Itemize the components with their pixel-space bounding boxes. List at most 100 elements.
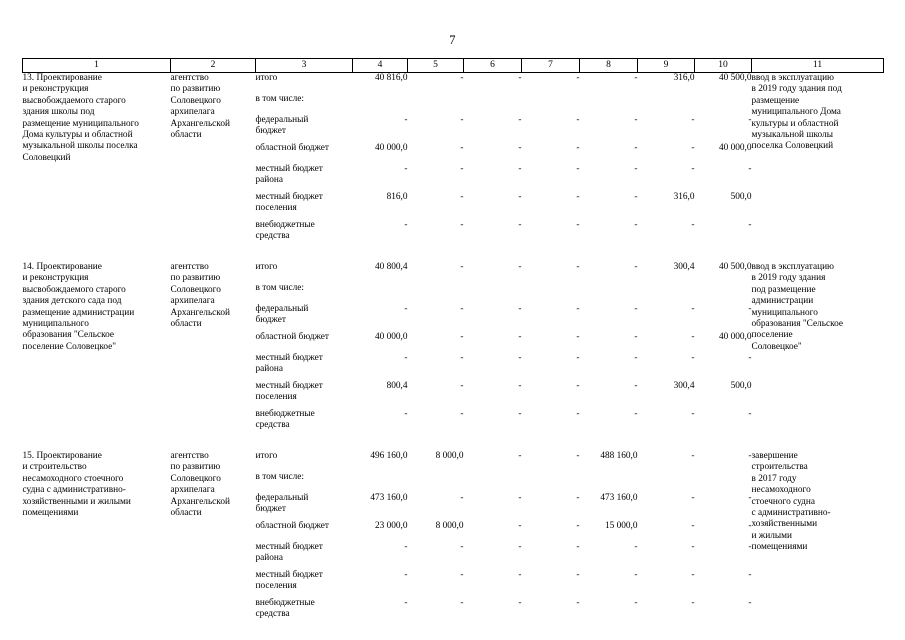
value-slot-filler xyxy=(695,392,752,403)
row-spacer-cell xyxy=(23,248,884,262)
value-slot-filler xyxy=(580,504,638,515)
value-text: - xyxy=(691,570,695,580)
value-slot-filler xyxy=(522,315,580,326)
measure-line: 13. Проектирование xyxy=(22,73,102,83)
value-slot: - xyxy=(638,570,695,598)
value-text: - xyxy=(460,164,464,174)
value-slot: 40 816,0 xyxy=(353,73,408,94)
value-slot: - xyxy=(638,598,694,626)
value-text: - xyxy=(576,304,580,314)
column-header-11: 11 xyxy=(751,58,884,73)
funding-source-label: местный бюджет xyxy=(255,570,323,580)
expected-result-line: несамоходного xyxy=(751,485,811,496)
executor-line: области xyxy=(170,319,202,330)
funding-source-item: местный бюджет района xyxy=(256,542,353,570)
value-slot: - xyxy=(638,451,694,472)
value-text: 40 000,0 xyxy=(374,332,408,342)
value-slot: 8 000,0 xyxy=(408,451,464,472)
executor-line: Архангельской xyxy=(170,496,230,507)
funding-source-item: федеральный бюджет xyxy=(256,493,353,521)
value-slot-filler xyxy=(464,581,522,592)
value-slot: - xyxy=(522,143,579,164)
value-slot: - xyxy=(464,304,521,332)
value-slot-filler xyxy=(408,364,464,375)
value-text: 316,0 xyxy=(673,192,695,202)
value-cell-col6: - - - - - - xyxy=(464,262,522,437)
value-cell-col10: - - - - - - xyxy=(695,451,752,626)
value-slot-filler xyxy=(408,203,464,214)
value-slot: 816,0 xyxy=(353,192,408,220)
measure-line: несамоходного стоечного xyxy=(22,473,124,484)
value-slot: - xyxy=(522,451,579,472)
executor-line: Архангельской xyxy=(170,307,230,318)
value-slot-filler xyxy=(580,203,638,214)
value-slot-filler xyxy=(638,315,695,326)
value-slot: - xyxy=(522,73,579,94)
value-slot-filler xyxy=(580,581,638,592)
value-slot-filler xyxy=(522,175,580,186)
value-slot: - xyxy=(408,598,463,626)
value-text: - xyxy=(518,381,522,391)
value-text: 500,0 xyxy=(730,192,752,202)
value-slot: - xyxy=(695,570,751,598)
value-cell-col8: 488 160,0 473 160,0 15 000,0 - - - xyxy=(580,451,638,626)
value-text: - xyxy=(460,332,464,342)
value-slot: 488 160,0 xyxy=(580,451,637,472)
funding-source-item: итого xyxy=(256,451,353,472)
value-slot: - xyxy=(695,493,751,521)
value-text: - xyxy=(748,304,752,314)
value-text: - xyxy=(691,164,695,174)
value-text: 473 160,0 xyxy=(600,493,638,503)
value-slot xyxy=(695,283,752,304)
column-header-5: 5 xyxy=(407,58,464,73)
value-slot xyxy=(522,283,580,304)
funding-source-label-cont: средства xyxy=(255,231,290,242)
value-slot: - xyxy=(353,353,407,381)
value-slot: - xyxy=(408,409,463,437)
value-slot-filler xyxy=(638,581,695,592)
table-body: 13. Проектирование и реконструкция высвобо… xyxy=(23,73,884,627)
value-slot: - xyxy=(638,220,694,248)
value-slot: 300,4 xyxy=(638,381,695,409)
value-slot-filler xyxy=(408,581,464,592)
value-text: - xyxy=(748,220,752,230)
funding-source-label: федеральный xyxy=(255,493,309,503)
value-slot: - xyxy=(638,542,695,570)
value-text: 8 000,0 xyxy=(435,451,464,461)
value-slot: - xyxy=(408,542,463,570)
executor-line: архипелага xyxy=(170,485,215,496)
executor-cell: агентство по развитию Соловецкого архипелаг… xyxy=(171,451,256,626)
value-slot-filler xyxy=(408,175,464,186)
value-text: 40 000,0 xyxy=(718,332,752,342)
expected-result-line: поселение xyxy=(751,330,793,341)
measure-line: здания школы под xyxy=(22,107,95,118)
value-slot-filler xyxy=(638,175,695,186)
executor-line: по развитию xyxy=(170,84,221,95)
value-slot-filler xyxy=(638,553,695,564)
value-cell-col5: 8 000,0 - 8 000,0 - - - xyxy=(408,451,464,626)
value-slot: - xyxy=(464,115,521,143)
value-slot: - xyxy=(580,542,637,570)
value-text: - xyxy=(691,332,695,342)
value-slot: - xyxy=(464,570,522,598)
value-text: - xyxy=(748,521,752,531)
value-text: - xyxy=(518,220,522,230)
value-slot: - xyxy=(464,493,521,521)
column-header-8: 8 xyxy=(579,58,638,73)
funding-source-label: местный бюджет xyxy=(255,353,323,363)
measure-line: и реконструкция xyxy=(22,84,89,95)
value-text: - xyxy=(460,220,464,230)
value-text: 40 000,0 xyxy=(374,143,408,153)
value-text: - xyxy=(404,598,408,608)
value-slot: - xyxy=(464,262,521,283)
expected-result-line: образования "Сельское xyxy=(751,319,844,330)
value-slot: - xyxy=(464,164,521,192)
value-slot: - xyxy=(464,598,521,626)
funding-source-label: местный бюджет xyxy=(255,542,323,552)
value-slot-filler xyxy=(408,315,464,326)
value-slot: - xyxy=(408,332,464,353)
value-slot: - xyxy=(638,304,695,332)
value-slot: - xyxy=(464,143,521,164)
expected-result-line: размещение xyxy=(751,95,800,106)
value-text: - xyxy=(748,353,752,363)
